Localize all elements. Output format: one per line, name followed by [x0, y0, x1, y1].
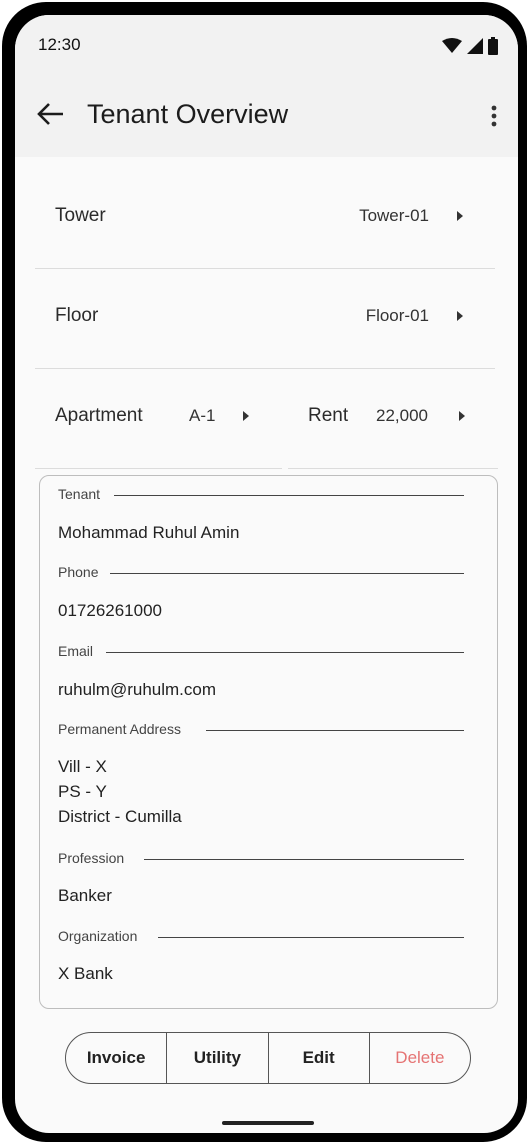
- apartment-value: A-1: [189, 406, 216, 425]
- tenant-field-label: Tenant: [58, 486, 101, 502]
- app-bar: Tenant Overview: [15, 75, 518, 157]
- chevron-right-icon: [459, 411, 465, 421]
- floor-label: Floor: [55, 305, 99, 326]
- address-line-2: PS - Y: [58, 782, 107, 801]
- divider: [106, 652, 464, 653]
- chevron-right-icon: [457, 311, 463, 321]
- profession-field-label: Profession: [58, 850, 125, 866]
- chevron-right-icon: [243, 411, 249, 421]
- invoice-button[interactable]: Invoice: [66, 1033, 168, 1083]
- divider: [206, 730, 464, 731]
- organization-field-label: Organization: [58, 928, 138, 944]
- phone-value: 01726261000: [58, 601, 163, 620]
- divider: [158, 937, 464, 938]
- status-icons: [442, 37, 498, 55]
- divider: [114, 495, 464, 496]
- phone-field-label: Phone: [58, 564, 99, 580]
- tower-value: Tower-01: [359, 206, 429, 225]
- tower-label: Tower: [55, 205, 106, 226]
- divider: [110, 573, 464, 574]
- apartment-label: Apartment: [55, 405, 143, 426]
- rent-selector[interactable]: Rent 22,000: [288, 368, 498, 469]
- chevron-right-icon: [457, 211, 463, 221]
- tenant-details-card: Tenant Mohammad Ruhul Amin Phone 0172626…: [39, 475, 498, 1009]
- tower-selector[interactable]: Tower Tower-01: [35, 168, 495, 269]
- apartment-selector[interactable]: Apartment A-1: [35, 368, 282, 469]
- screen: 12:30 Tenant Overview Tower Tower-01 Flo…: [15, 15, 518, 1133]
- email-field-label: Email: [58, 643, 94, 659]
- status-time: 12:30: [38, 35, 81, 54]
- organization-value: X Bank: [58, 964, 113, 983]
- back-arrow-icon[interactable]: [35, 99, 65, 129]
- more-vert-icon[interactable]: [484, 101, 504, 131]
- battery-icon: [488, 37, 498, 55]
- signal-icon: [467, 38, 483, 54]
- divider: [144, 859, 464, 860]
- status-bar: 12:30: [15, 15, 518, 75]
- rent-value: 22,000: [376, 406, 428, 425]
- tenant-name: Mohammad Ruhul Amin: [58, 523, 240, 542]
- address-field-label: Permanent Address: [58, 721, 181, 737]
- address-line-1: Vill - X: [58, 757, 107, 776]
- floor-value: Floor-01: [365, 306, 429, 325]
- home-indicator[interactable]: [222, 1121, 314, 1125]
- delete-button[interactable]: Delete: [370, 1033, 470, 1083]
- email-value: ruhulm@ruhulm.com: [58, 680, 217, 699]
- rent-label: Rent: [308, 405, 349, 426]
- page-title: Tenant Overview: [87, 99, 289, 129]
- profession-value: Banker: [58, 886, 112, 905]
- edit-button[interactable]: Edit: [269, 1033, 370, 1083]
- action-button-group: Invoice Utility Edit Delete: [65, 1032, 471, 1084]
- address-line-3: District - Cumilla: [58, 807, 182, 826]
- floor-selector[interactable]: Floor Floor-01: [35, 268, 495, 369]
- device-frame: 12:30 Tenant Overview Tower Tower-01 Flo…: [2, 2, 527, 1142]
- wifi-icon: [442, 38, 462, 53]
- utility-button[interactable]: Utility: [167, 1033, 269, 1083]
